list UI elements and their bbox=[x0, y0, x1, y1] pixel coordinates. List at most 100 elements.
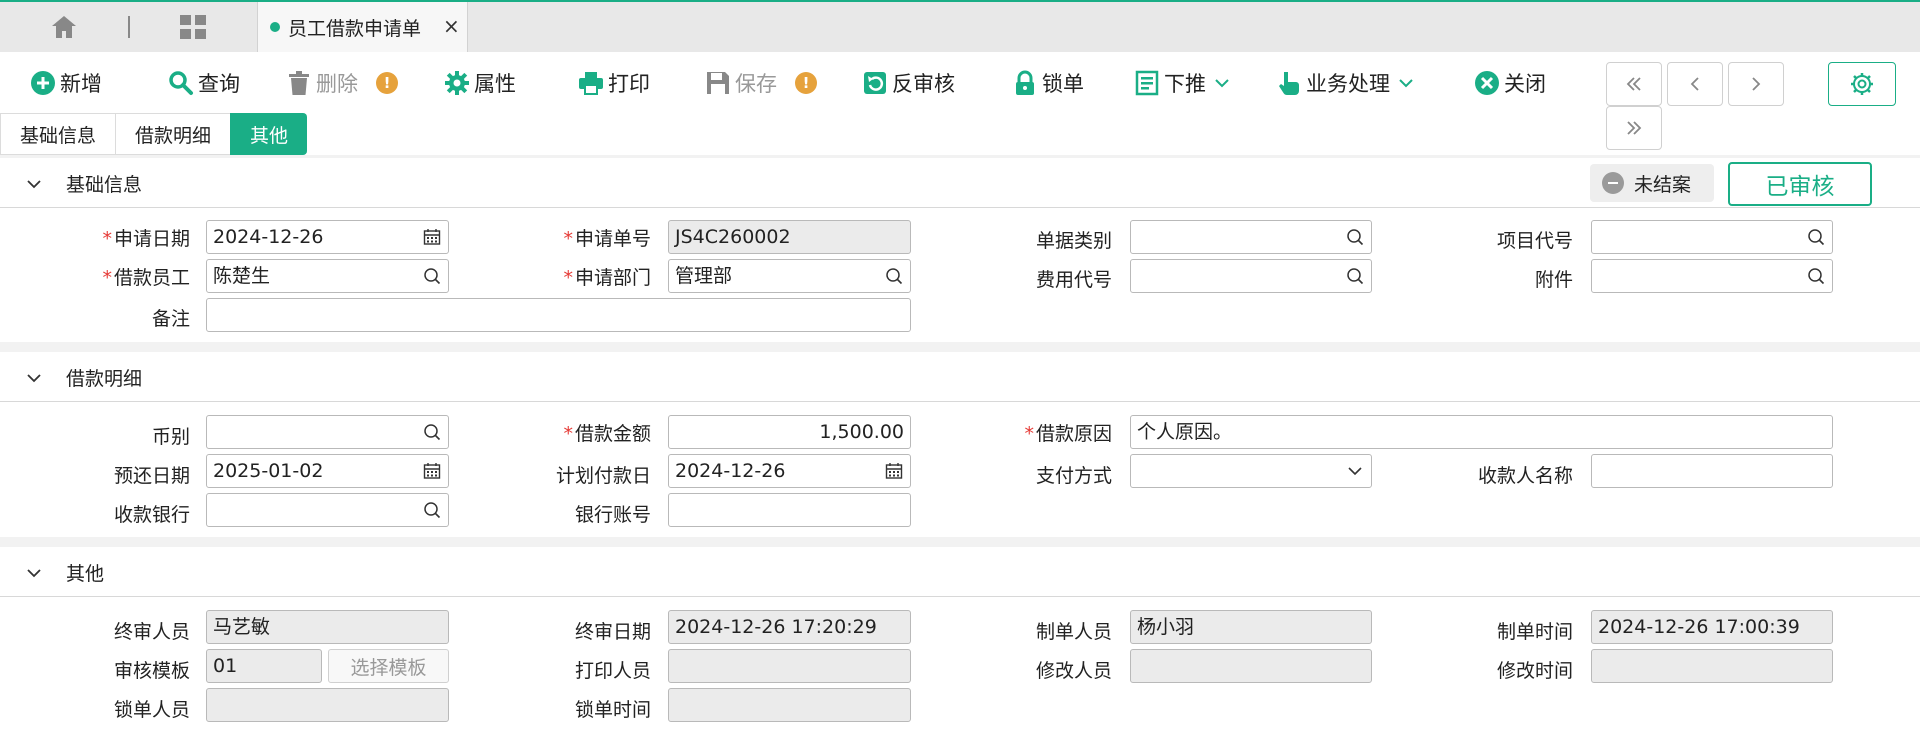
double-chevron-right-icon bbox=[1627, 121, 1642, 135]
properties-label: 属性 bbox=[474, 72, 516, 96]
chevron-down-icon bbox=[27, 180, 41, 189]
status-badge-audited: 已审核 bbox=[1728, 162, 1872, 206]
previous-record-button[interactable] bbox=[1667, 62, 1723, 106]
query-button[interactable]: 查询 bbox=[168, 66, 240, 100]
tab-loan-detail[interactable]: 借款明细 bbox=[115, 113, 231, 155]
attachment-label: 附件 bbox=[1534, 269, 1573, 291]
department-field[interactable]: 管理部 bbox=[668, 259, 911, 293]
double-chevron-left-icon bbox=[1626, 77, 1641, 91]
audit-template-field: 01 bbox=[206, 649, 322, 683]
apply-date-label: * 申请日期 bbox=[102, 228, 190, 250]
grid-icon[interactable] bbox=[179, 14, 207, 40]
printer-label: 打印人员 bbox=[574, 660, 651, 682]
unaudit-button[interactable]: 反审核 bbox=[862, 66, 955, 100]
section-title: 其他 bbox=[66, 563, 105, 585]
expense-code-label: 费用代号 bbox=[1035, 269, 1112, 291]
settings-button[interactable] bbox=[1828, 62, 1896, 106]
project-code-label: 项目代号 bbox=[1496, 230, 1573, 252]
tab-other[interactable]: 其他 bbox=[230, 113, 308, 155]
last-record-button[interactable] bbox=[1606, 106, 1662, 150]
printer-icon bbox=[579, 72, 603, 95]
section-header-detail[interactable]: 借款明细 bbox=[0, 352, 1920, 402]
search-icon[interactable] bbox=[423, 267, 441, 285]
calendar-icon[interactable] bbox=[423, 228, 441, 246]
apply-no-label: * 申请单号 bbox=[563, 228, 651, 250]
save-button[interactable]: 保存 ! bbox=[705, 66, 817, 100]
attachment-field[interactable] bbox=[1591, 259, 1833, 293]
section-header-other[interactable]: 其他 bbox=[0, 547, 1920, 597]
search-icon[interactable] bbox=[885, 267, 903, 285]
close-label: 关闭 bbox=[1504, 72, 1546, 96]
section-tabs: 基础信息 借款明细 其他 bbox=[0, 113, 308, 155]
amount-label: * 借款金额 bbox=[563, 423, 651, 445]
locker-field bbox=[206, 688, 449, 722]
delete-label: 删除 bbox=[316, 72, 358, 96]
add-label: 新增 bbox=[60, 72, 102, 96]
print-button[interactable]: 打印 bbox=[578, 66, 650, 100]
apply-date-field[interactable]: 2024-12-26 bbox=[206, 220, 449, 254]
plan-pay-date-field[interactable]: 2024-12-26 bbox=[668, 454, 911, 488]
search-icon bbox=[169, 71, 193, 95]
search-icon[interactable] bbox=[1346, 228, 1364, 246]
calendar-icon[interactable] bbox=[423, 462, 441, 480]
creator-label: 制单人员 bbox=[1035, 621, 1112, 643]
lock-button[interactable]: 锁单 bbox=[1012, 66, 1084, 100]
unclosed-label: 未结案 bbox=[1634, 173, 1692, 196]
project-code-field[interactable] bbox=[1591, 220, 1833, 254]
home-icon[interactable] bbox=[50, 14, 78, 40]
reason-field[interactable]: 个人原因。 bbox=[1130, 415, 1833, 449]
document-tab-label: 员工借款申请单 bbox=[288, 18, 422, 40]
final-audit-date-field: 2024-12-26 17:20:29 bbox=[668, 610, 911, 644]
next-record-button[interactable] bbox=[1728, 62, 1784, 106]
doc-type-label: 单据类别 bbox=[1035, 230, 1112, 252]
tab-basic-info[interactable]: 基础信息 bbox=[0, 113, 116, 155]
pay-method-select[interactable] bbox=[1130, 454, 1372, 488]
search-icon[interactable] bbox=[1346, 267, 1364, 285]
floppy-icon bbox=[707, 72, 729, 94]
plan-pay-date-label: 计划付款日 bbox=[555, 465, 651, 487]
remark-field[interactable] bbox=[206, 298, 911, 332]
close-tab-icon[interactable]: × bbox=[443, 14, 460, 38]
bank-account-field[interactable] bbox=[668, 493, 911, 527]
add-button[interactable]: 新增 bbox=[30, 66, 102, 100]
chevron-down-icon bbox=[27, 374, 41, 383]
apply-no-field: JS4C260002 bbox=[668, 220, 911, 254]
search-icon[interactable] bbox=[1807, 228, 1825, 246]
audit-template-label: 审核模板 bbox=[113, 660, 190, 682]
payee-name-field[interactable] bbox=[1591, 454, 1833, 488]
remark-label: 备注 bbox=[151, 308, 190, 330]
borrower-field[interactable]: 陈楚生 bbox=[206, 259, 449, 293]
chevron-down-icon[interactable] bbox=[1346, 462, 1364, 480]
push-down-button[interactable]: 下推 bbox=[1134, 66, 1230, 100]
amount-field[interactable]: 1,500.00 bbox=[668, 415, 911, 449]
payee-bank-field[interactable] bbox=[206, 493, 449, 527]
pay-method-label: 支付方式 bbox=[1035, 465, 1112, 487]
lock-label: 锁单 bbox=[1042, 72, 1084, 96]
final-auditor-label: 终审人员 bbox=[113, 621, 190, 643]
search-icon[interactable] bbox=[1807, 267, 1825, 285]
first-record-button[interactable] bbox=[1606, 62, 1662, 106]
currency-field[interactable] bbox=[206, 415, 449, 449]
calendar-icon[interactable] bbox=[885, 462, 903, 480]
printer-field bbox=[668, 649, 911, 683]
search-icon[interactable] bbox=[423, 501, 441, 519]
currency-label: 币别 bbox=[151, 426, 190, 448]
select-template-button[interactable]: 选择模板 bbox=[328, 649, 449, 683]
repay-date-field[interactable]: 2025-01-02 bbox=[206, 454, 449, 488]
modify-time-field bbox=[1591, 649, 1833, 683]
expense-code-field[interactable] bbox=[1130, 259, 1372, 293]
doc-type-field[interactable] bbox=[1130, 220, 1372, 254]
document-tab[interactable]: 员工借款申请单 × bbox=[257, 2, 468, 54]
band bbox=[0, 342, 1920, 352]
lock-time-label: 锁单时间 bbox=[574, 699, 651, 721]
create-time-label: 制单时间 bbox=[1496, 621, 1573, 643]
search-icon[interactable] bbox=[423, 423, 441, 441]
business-process-button[interactable]: 业务处理 bbox=[1276, 66, 1414, 100]
top-tab-bar: 员工借款申请单 × bbox=[0, 0, 1920, 54]
band bbox=[0, 537, 1920, 547]
properties-button[interactable]: 属性 bbox=[444, 66, 516, 100]
delete-button[interactable]: 删除 ! bbox=[286, 66, 398, 100]
close-button[interactable]: 关闭 bbox=[1474, 66, 1546, 100]
department-label: * 申请部门 bbox=[563, 267, 651, 289]
creator-field: 杨小羽 bbox=[1130, 610, 1372, 644]
